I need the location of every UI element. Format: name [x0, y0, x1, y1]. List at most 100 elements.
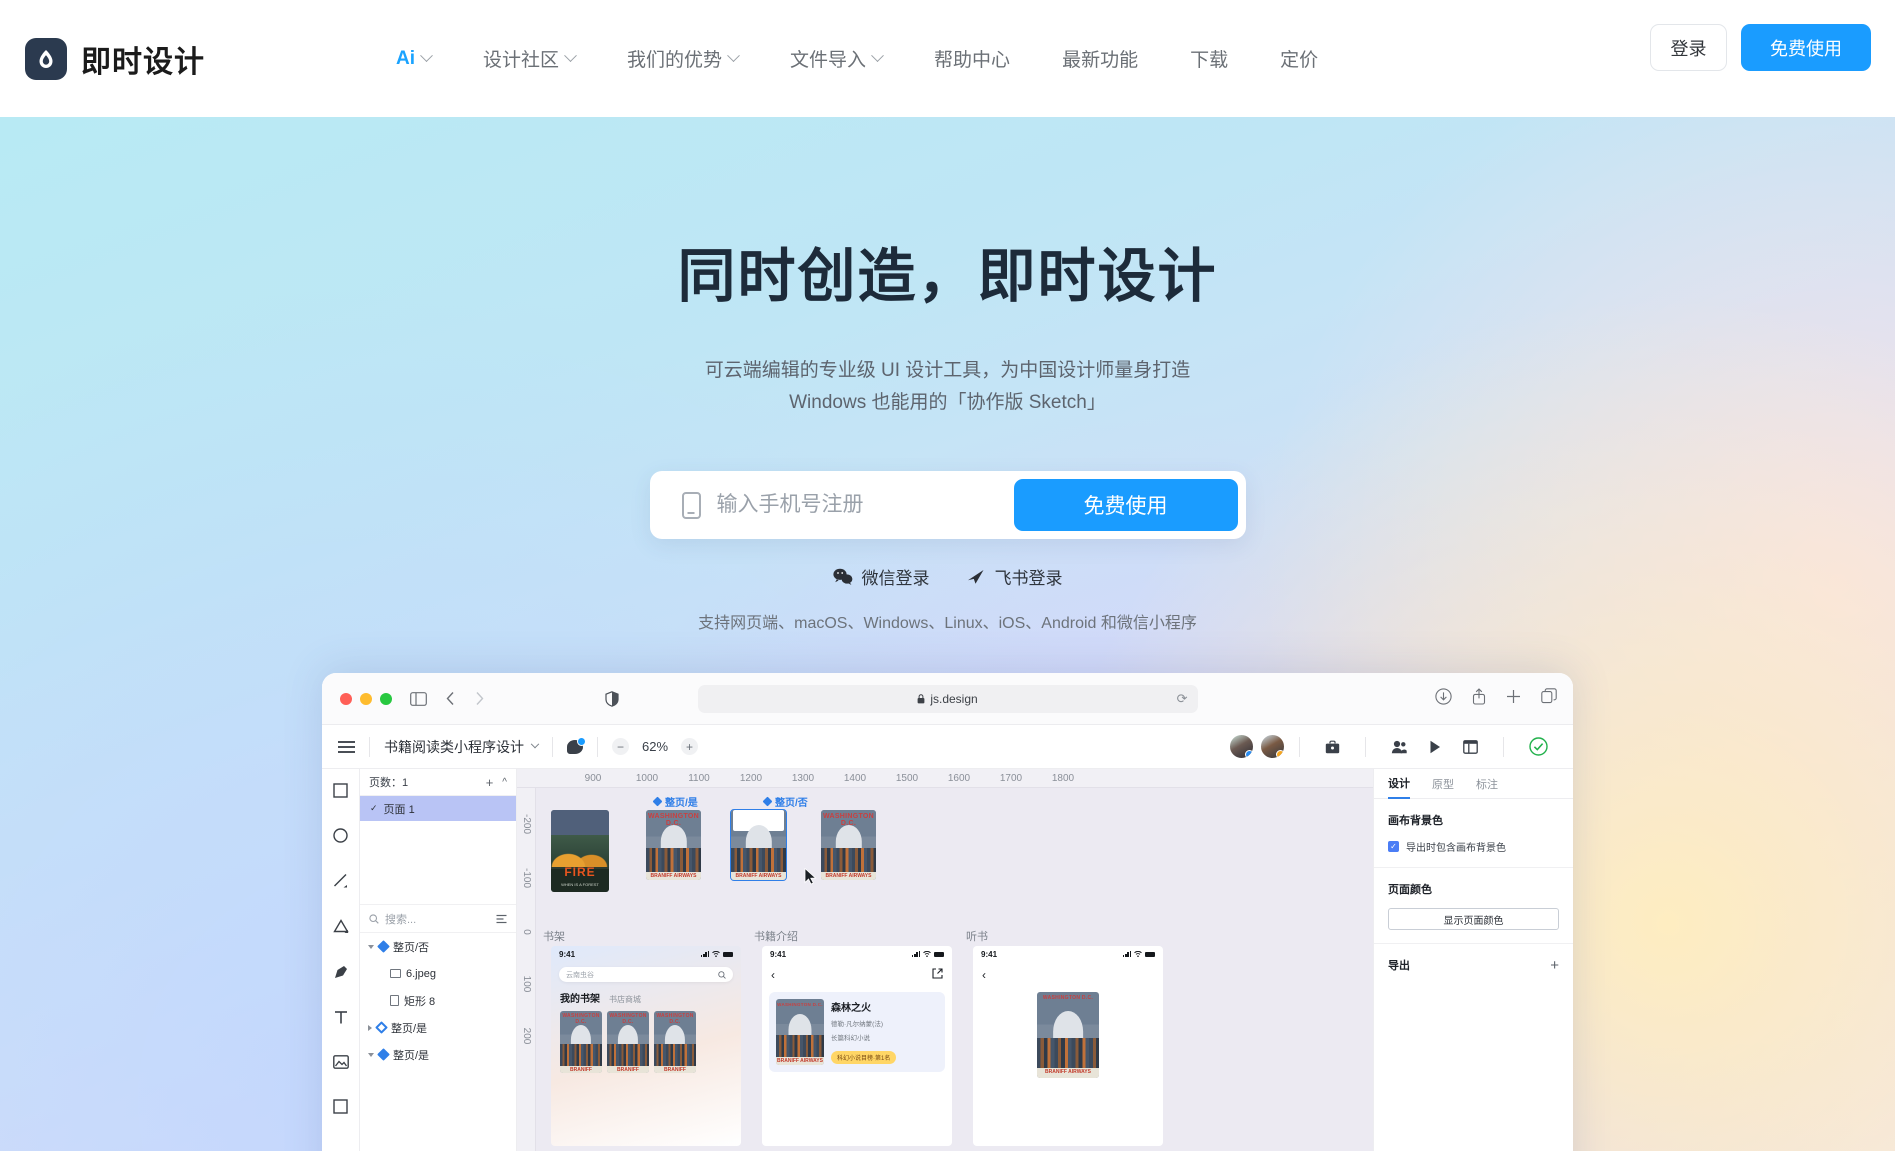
layer-item[interactable]: 整页/是: [360, 1014, 516, 1041]
comment-icon[interactable]: [567, 736, 586, 754]
feishu-login-button[interactable]: 飞书登录: [966, 564, 1063, 589]
canvas-thumbnail[interactable]: WASHINGTON D.C.: [821, 810, 876, 880]
image-icon: [390, 969, 401, 978]
avatar[interactable]: [1260, 734, 1285, 759]
triangle-tool-icon[interactable]: [332, 919, 349, 939]
file-name[interactable]: 书籍阅读类小程序设计: [384, 737, 540, 757]
briefcase-icon[interactable]: [1325, 740, 1340, 754]
url-bar[interactable]: js.design ⟳: [697, 684, 1198, 713]
back-icon[interactable]: ‹: [771, 968, 775, 982]
layer-search-placeholder: 搜索...: [385, 913, 417, 926]
collapse-pages-icon[interactable]: ^: [502, 777, 507, 788]
nav-item-help-center[interactable]: 帮助中心: [908, 37, 1036, 80]
add-page-button[interactable]: +: [486, 775, 494, 790]
filter-icon[interactable]: [496, 914, 507, 924]
add-export-button[interactable]: +: [1550, 958, 1559, 973]
reload-icon[interactable]: ⟳: [1177, 691, 1188, 707]
text-tool-icon[interactable]: [334, 1010, 348, 1030]
layer-item[interactable]: 6.jpeg: [360, 960, 516, 987]
maximize-icon[interactable]: [380, 692, 392, 705]
shelf-search-input[interactable]: 云南虫谷: [559, 967, 733, 982]
book-cover[interactable]: WASHINGTON D.C.: [560, 1011, 602, 1073]
avatar[interactable]: [1229, 734, 1254, 759]
signal-icon: [912, 950, 920, 958]
shelf-tab-store[interactable]: 书店商城: [609, 994, 641, 1005]
nav-item-pricing[interactable]: 定价: [1254, 37, 1344, 80]
tab-annotation[interactable]: 标注: [1476, 769, 1498, 799]
status-icons: [701, 950, 733, 958]
artboard-book-detail[interactable]: 9:41 ‹ WASHINGTON D.C. BRANIFF AIRWAYS 森…: [762, 946, 952, 1146]
book-cover[interactable]: WASHINGTON D.C.: [1037, 992, 1099, 1078]
chevron-down-icon[interactable]: [368, 1052, 374, 1057]
page-list-item[interactable]: ✓ 页面 1: [360, 796, 516, 821]
component-icon: [377, 1048, 390, 1061]
layer-item[interactable]: 整页/是: [360, 1041, 516, 1068]
shield-icon[interactable]: [605, 690, 619, 707]
minimize-icon[interactable]: [360, 692, 372, 705]
brand-logo[interactable]: 即时设计: [25, 37, 205, 81]
tab-prototype[interactable]: 原型: [1432, 769, 1454, 799]
pen-tool-icon[interactable]: [333, 964, 349, 985]
chevron-down-icon[interactable]: [368, 944, 374, 949]
status-check-icon[interactable]: [1529, 737, 1548, 756]
play-icon[interactable]: [1429, 740, 1441, 754]
nav-item-file-import[interactable]: 文件导入: [764, 37, 908, 80]
nav-item-ai[interactable]: Ai: [370, 40, 457, 78]
wechat-login-button[interactable]: 微信登录: [832, 564, 930, 589]
free-trial-button[interactable]: 免费使用: [1741, 24, 1871, 71]
close-icon[interactable]: [340, 692, 352, 705]
nav-item-whats-new[interactable]: 最新功能: [1036, 37, 1164, 80]
book-cover[interactable]: WASHINGTON D.C.: [607, 1011, 649, 1073]
artboard-label[interactable]: 整页/否: [762, 794, 808, 809]
share-icon[interactable]: [1472, 687, 1486, 710]
line-tool-icon[interactable]: [333, 873, 349, 894]
tab-design[interactable]: 设计: [1388, 769, 1410, 799]
nav-item-community[interactable]: 设计社区: [457, 37, 601, 80]
phone-icon: [681, 491, 701, 519]
canvas-thumbnail[interactable]: WASHINGTON D.C.: [646, 810, 701, 880]
signup-submit-button[interactable]: 免费使用: [1013, 479, 1238, 531]
frame-tool-icon[interactable]: [333, 1099, 348, 1119]
checkbox-icon[interactable]: ✓: [1388, 841, 1399, 852]
phone-input[interactable]: [716, 493, 1014, 517]
ellipse-tool-icon[interactable]: [333, 828, 348, 848]
nav-item-download[interactable]: 下载: [1164, 37, 1254, 80]
download-icon[interactable]: [1435, 687, 1452, 710]
layer-item[interactable]: 矩形 8: [360, 987, 516, 1014]
new-tab-icon[interactable]: [1506, 689, 1521, 709]
canvas-thumbnail[interactable]: FIRE WHEN IS A FOREST: [551, 810, 609, 892]
chevron-right-icon[interactable]: [368, 1024, 372, 1031]
zoom-out-button[interactable]: −: [612, 738, 629, 755]
share-users-icon[interactable]: [1391, 740, 1407, 754]
artboard-label[interactable]: 整页/是: [652, 794, 698, 809]
include-bg-checkbox-row[interactable]: ✓ 导出时包含画布背景色: [1388, 839, 1559, 854]
login-button[interactable]: 登录: [1650, 24, 1727, 71]
rectangle-tool-icon[interactable]: [333, 783, 348, 803]
forward-icon[interactable]: [474, 691, 485, 706]
lock-icon: [917, 693, 925, 703]
book-info-card[interactable]: WASHINGTON D.C. 森林之火 德勒·凡尔纳蒙(法) 长篇科幻小说 科…: [769, 992, 945, 1072]
hamburger-icon[interactable]: [338, 740, 355, 753]
back-icon[interactable]: ‹: [982, 968, 986, 982]
sidebar-icon[interactable]: [410, 691, 427, 706]
right-panel: 设计 原型 标注 画布背景色 ✓ 导出时包含画布背景色 页面颜色 显示页面颜色: [1373, 769, 1573, 1151]
layer-item[interactable]: 整页/否: [360, 933, 516, 960]
wechat-icon: [832, 568, 852, 585]
book-cover[interactable]: WASHINGTON D.C.: [654, 1011, 696, 1073]
zoom-in-button[interactable]: +: [681, 738, 699, 755]
tabs-icon[interactable]: [1541, 688, 1557, 709]
image-tool-icon[interactable]: [332, 1055, 349, 1074]
external-link-icon[interactable]: [932, 966, 943, 984]
layer-search[interactable]: 搜索...: [360, 905, 516, 933]
layout-icon[interactable]: [1463, 739, 1478, 754]
book-cover-grid: WASHINGTON D.C. WASHINGTON D.C. WASHINGT…: [560, 1011, 741, 1073]
back-icon[interactable]: [445, 691, 456, 706]
nav-item-advantages[interactable]: 我们的优势: [601, 37, 764, 80]
shelf-tab-active[interactable]: 我的书架: [560, 990, 600, 1005]
include-bg-label: 导出时包含画布背景色: [1406, 843, 1506, 854]
artboard-shelf[interactable]: 9:41 云南虫谷 我的书架 书店商城 WASHINGTON D.C. BRAN…: [551, 946, 741, 1146]
canvas-thumbnail-selected[interactable]: [730, 809, 787, 881]
show-page-color-button[interactable]: 显示页面颜色: [1388, 908, 1559, 930]
artboard-audiobook[interactable]: 9:41 ‹ WASHINGTON D.C.: [973, 946, 1163, 1146]
canvas-area[interactable]: 900 1000 1100 1200 1300 1400 1500 1600 1…: [517, 769, 1373, 1151]
